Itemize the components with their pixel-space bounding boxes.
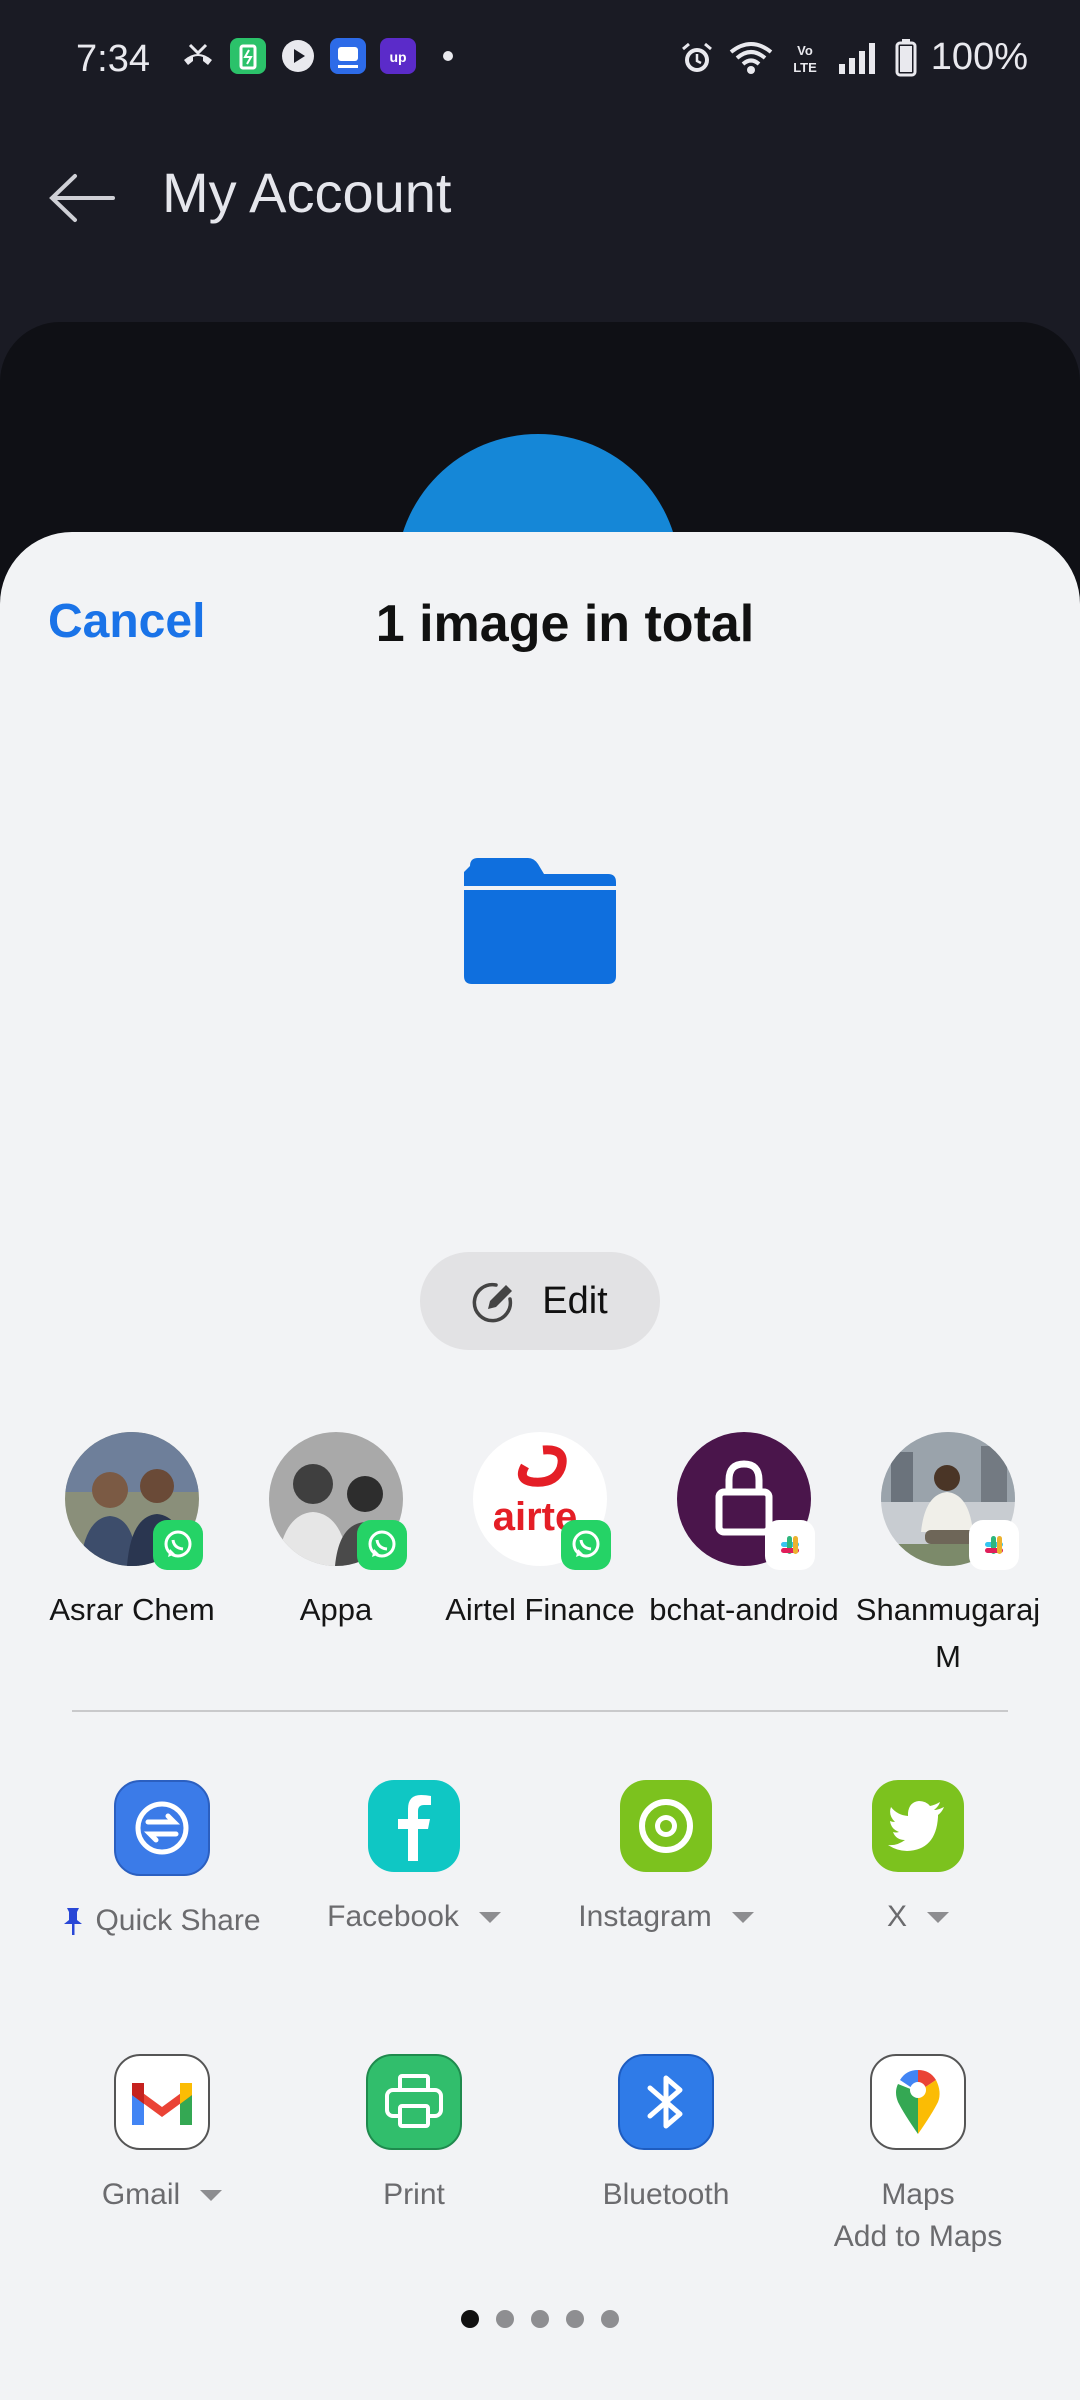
maps-pin-icon xyxy=(870,2054,966,2150)
facebook-icon xyxy=(368,1780,460,1872)
share-app-instagram[interactable]: Instagram xyxy=(540,1780,792,1938)
contact-name: Asrar Chem xyxy=(49,1592,215,1627)
back-button[interactable] xyxy=(44,160,120,236)
share-app-print[interactable]: Print xyxy=(288,2054,540,2254)
app-label: Instagram xyxy=(578,1900,712,1933)
gmail-icon xyxy=(114,2054,210,2150)
app-label: X xyxy=(886,1900,907,1933)
contact-name: Appa xyxy=(299,1592,373,1627)
svg-text:LTE: LTE xyxy=(793,60,817,75)
share-sheet: Cancel 1 image in total Edit Asrar Chem xyxy=(0,532,1080,2400)
share-app-gmail[interactable]: Gmail xyxy=(36,2054,288,2254)
signal-icon xyxy=(837,40,881,76)
svg-text:Vo: Vo xyxy=(797,43,813,58)
status-system-icons: Vo LTE 100% xyxy=(679,36,1028,79)
dropdown-caret-icon[interactable] xyxy=(478,1911,501,1923)
volte-icon: Vo LTE xyxy=(787,40,823,76)
alarm-icon xyxy=(679,40,715,76)
page-dot[interactable] xyxy=(461,2310,479,2328)
page-dot[interactable] xyxy=(601,2310,619,2328)
share-apps-row-2: Gmail Print Bluetooth Maps Add to Maps xyxy=(0,2054,1080,2254)
contact-item[interactable]: Asrar Chem xyxy=(30,1432,234,1680)
share-app-maps[interactable]: Maps Add to Maps xyxy=(792,2054,1044,2254)
bluetooth-icon xyxy=(618,2054,714,2150)
avatar: airte xyxy=(473,1432,611,1570)
app-label: Facebook xyxy=(327,1900,459,1933)
contact-item[interactable]: airte Airtel Finance xyxy=(438,1432,642,1680)
page-title: My Account xyxy=(162,161,452,224)
app-label: Print xyxy=(383,2178,445,2211)
battery-icon xyxy=(895,38,917,76)
share-app-facebook[interactable]: Facebook xyxy=(288,1780,540,1938)
pin-icon xyxy=(64,1908,83,1935)
play-icon xyxy=(280,38,316,74)
arrow-left-icon xyxy=(49,174,115,222)
slack-icon xyxy=(765,1520,815,1570)
printer-icon xyxy=(366,2054,462,2150)
page-dot[interactable] xyxy=(566,2310,584,2328)
upi-app-icon: up xyxy=(380,38,416,74)
instagram-icon xyxy=(620,1780,712,1872)
dropdown-caret-icon[interactable] xyxy=(927,1911,949,1923)
sheet-title: 1 image in total xyxy=(375,595,755,653)
page-dot[interactable] xyxy=(531,2310,549,2328)
edit-button[interactable]: Edit xyxy=(420,1252,660,1350)
whatsapp-icon xyxy=(561,1520,611,1570)
app-sublabel: Add to Maps xyxy=(833,2220,1003,2253)
contact-name: Airtel Finance xyxy=(445,1592,635,1627)
avatar xyxy=(677,1432,815,1570)
share-app-x[interactable]: X xyxy=(792,1780,1044,1938)
share-app-bluetooth[interactable]: Bluetooth xyxy=(540,2054,792,2254)
avatar xyxy=(881,1432,1019,1570)
contact-name: bchat-android xyxy=(649,1592,839,1627)
share-app-quick-share[interactable]: Quick Share xyxy=(36,1780,288,1938)
avatar xyxy=(269,1432,407,1570)
folder-icon xyxy=(462,856,618,986)
page-indicator xyxy=(0,2310,1080,2328)
dropdown-caret-icon[interactable] xyxy=(731,1911,754,1923)
contact-item[interactable]: Shanmugaraj M xyxy=(846,1432,1050,1680)
page-dot[interactable] xyxy=(496,2310,514,2328)
direct-share-contacts: Asrar Chem Appa airte Airtel Finance bch… xyxy=(30,1432,1050,1680)
status-time: 7:34 xyxy=(76,38,150,80)
avatar xyxy=(65,1432,203,1570)
share-apps-row-1: Quick Share Facebook Instagram X xyxy=(0,1780,1080,1938)
quick-share-icon xyxy=(114,1780,210,1876)
contact-item[interactable]: bchat-android xyxy=(642,1432,846,1680)
whatsapp-icon xyxy=(357,1520,407,1570)
app-label: Bluetooth xyxy=(602,2178,730,2211)
edit-label: Edit xyxy=(542,1279,608,1322)
battery-saver-app-icon xyxy=(230,38,266,74)
twitter-bird-icon xyxy=(872,1780,964,1872)
wifi-icon xyxy=(729,40,773,76)
app-label: Gmail xyxy=(101,2178,181,2211)
app-label: Quick Share xyxy=(95,1904,261,1937)
status-notification-icons: up xyxy=(180,38,466,74)
edit-pencil-icon xyxy=(472,1282,513,1323)
missed-call-icon xyxy=(180,38,216,74)
status-bar: 7:34 up Vo LTE 100% xyxy=(0,0,1080,124)
teamviewer-app-icon xyxy=(330,38,366,74)
contact-item[interactable]: Appa xyxy=(234,1432,438,1680)
contact-name: Shanmugaraj M xyxy=(855,1592,1041,1674)
dropdown-caret-icon[interactable] xyxy=(200,2189,223,2201)
battery-percent: 100% xyxy=(930,36,1028,78)
svg-text:up: up xyxy=(389,49,406,65)
notification-dot-icon xyxy=(430,38,466,74)
divider xyxy=(72,1710,1008,1712)
whatsapp-icon xyxy=(153,1520,203,1570)
app-label: Maps xyxy=(881,2178,955,2211)
app-bar: My Account xyxy=(0,124,1080,264)
slack-icon xyxy=(969,1520,1019,1570)
